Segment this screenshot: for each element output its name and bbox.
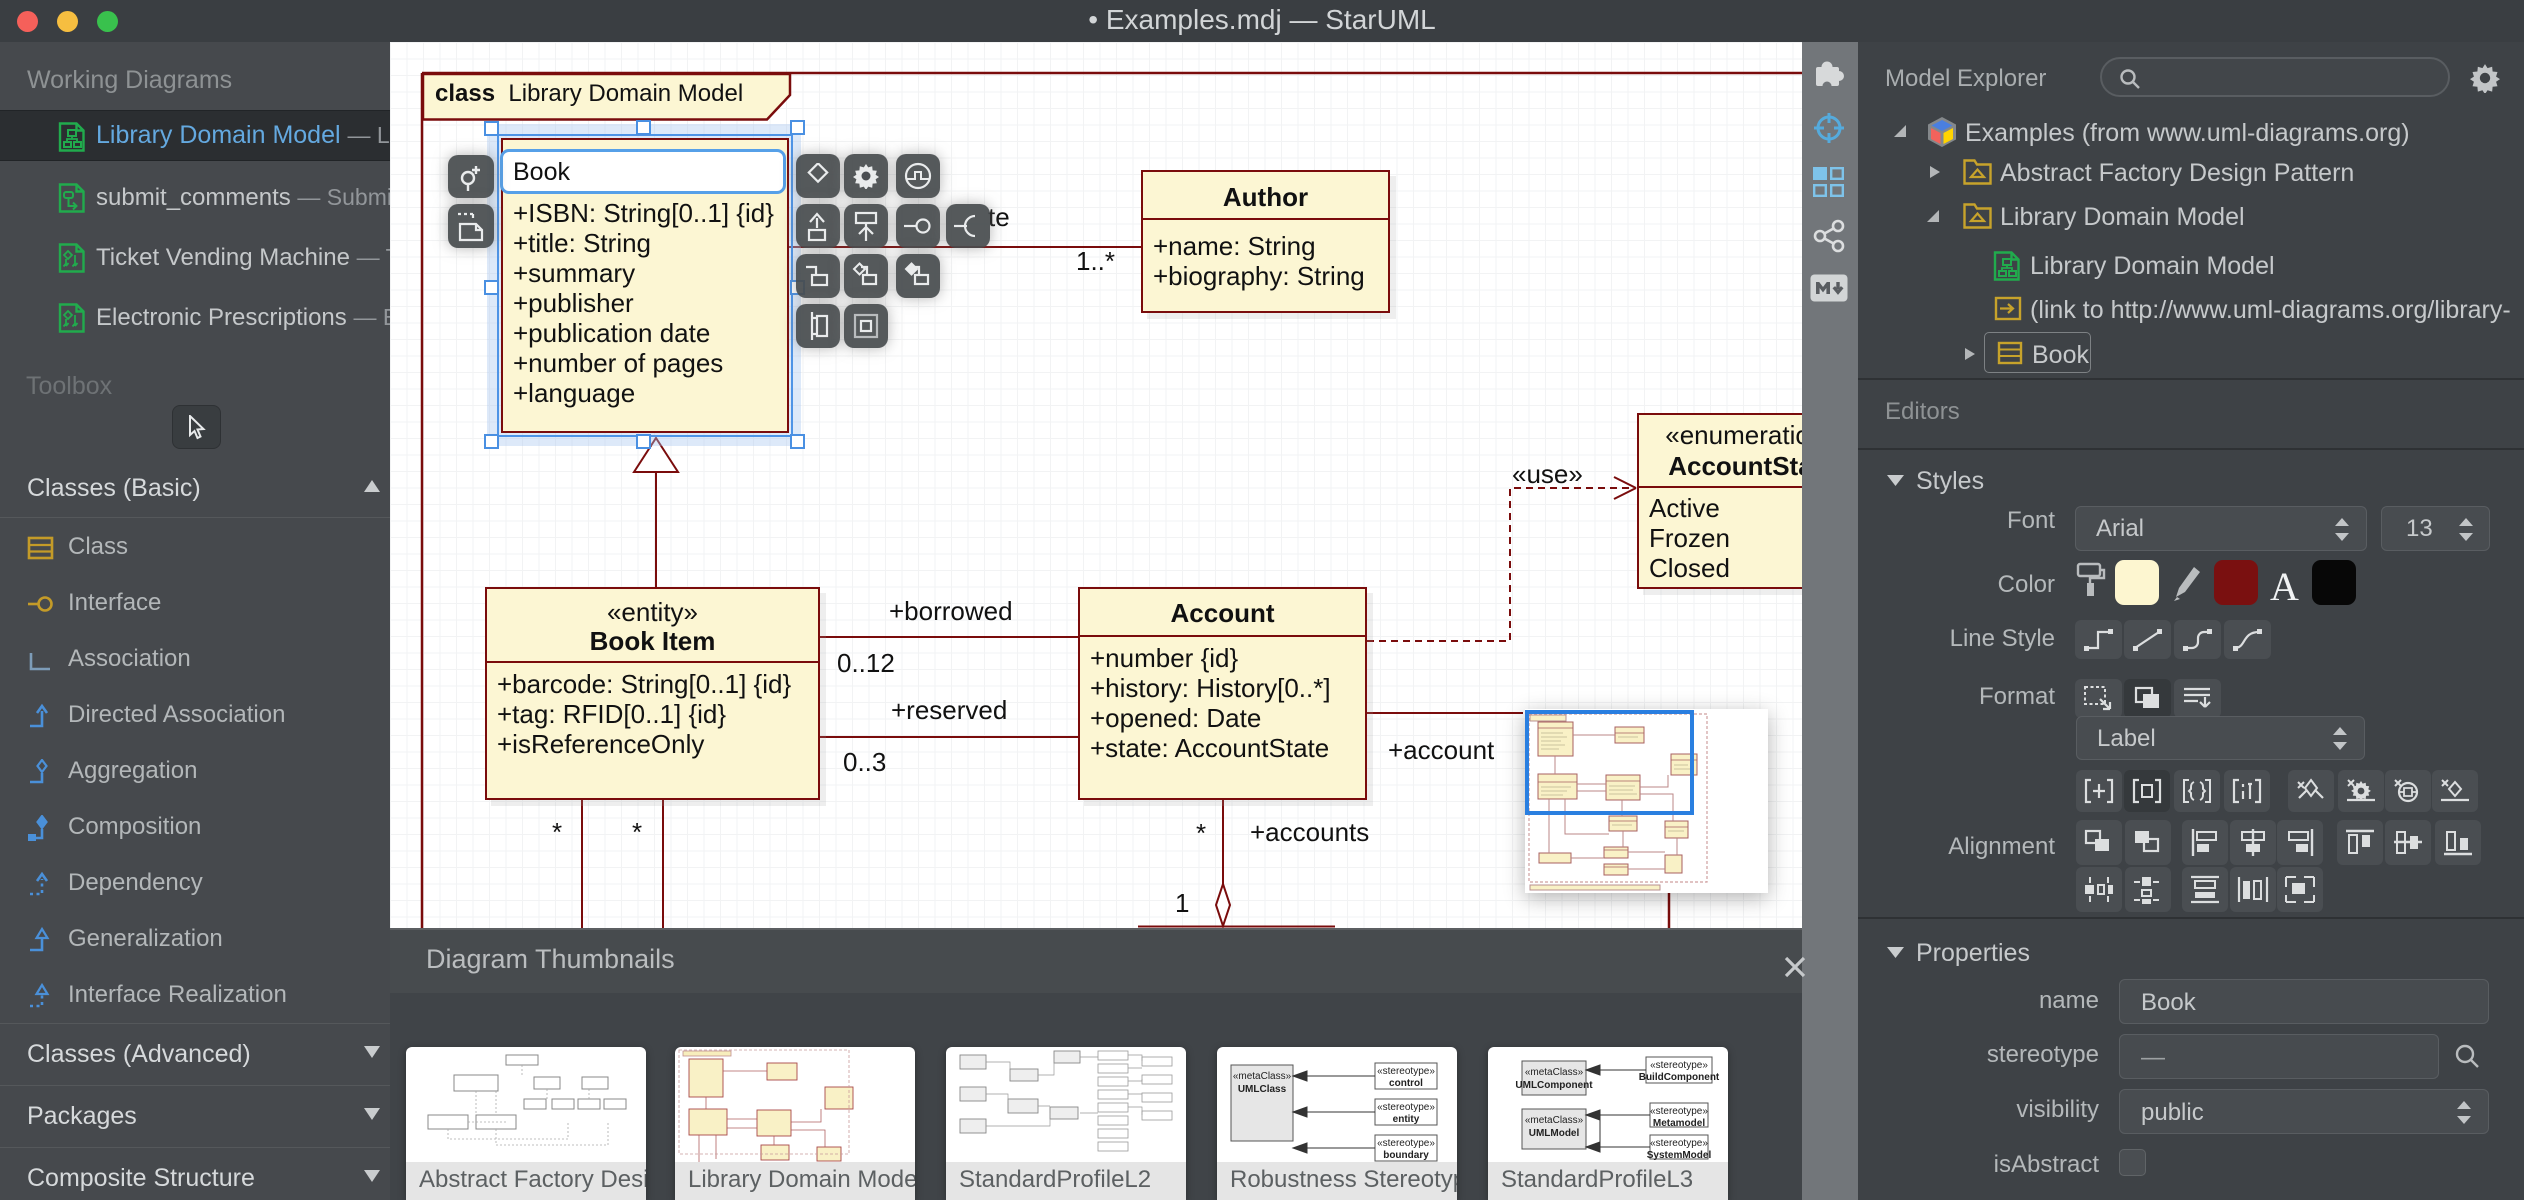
svg-text:«stereotype»: «stereotype» (1377, 1066, 1435, 1077)
svg-text:UMLModel: UMLModel (1529, 1128, 1580, 1139)
svg-text:SystemModel: SystemModel (1647, 1150, 1712, 1161)
svg-text:UMLClass: UMLClass (1238, 1084, 1287, 1095)
svg-text:«stereotype»: «stereotype» (1650, 1138, 1708, 1149)
svg-text:«stereotype»: «stereotype» (1377, 1138, 1435, 1149)
svg-text:«stereotype»: «stereotype» (1377, 1102, 1435, 1113)
svg-text:Metamodel: Metamodel (1653, 1118, 1705, 1129)
svg-text:«stereotype»: «stereotype» (1650, 1060, 1708, 1071)
svg-text:UMLComponent: UMLComponent (1515, 1080, 1593, 1091)
svg-text:control: control (1389, 1078, 1423, 1089)
svg-text:boundary: boundary (1383, 1150, 1429, 1161)
svg-text:entity: entity (1393, 1114, 1420, 1125)
svg-text:«metaClass»: «metaClass» (1233, 1071, 1292, 1082)
svg-text:«metaClass»: «metaClass» (1525, 1115, 1584, 1126)
svg-text:«metaClass»: «metaClass» (1525, 1067, 1584, 1078)
svg-text:«stereotype»: «stereotype» (1650, 1106, 1708, 1117)
svg-text:BuildComponent: BuildComponent (1639, 1072, 1720, 1083)
